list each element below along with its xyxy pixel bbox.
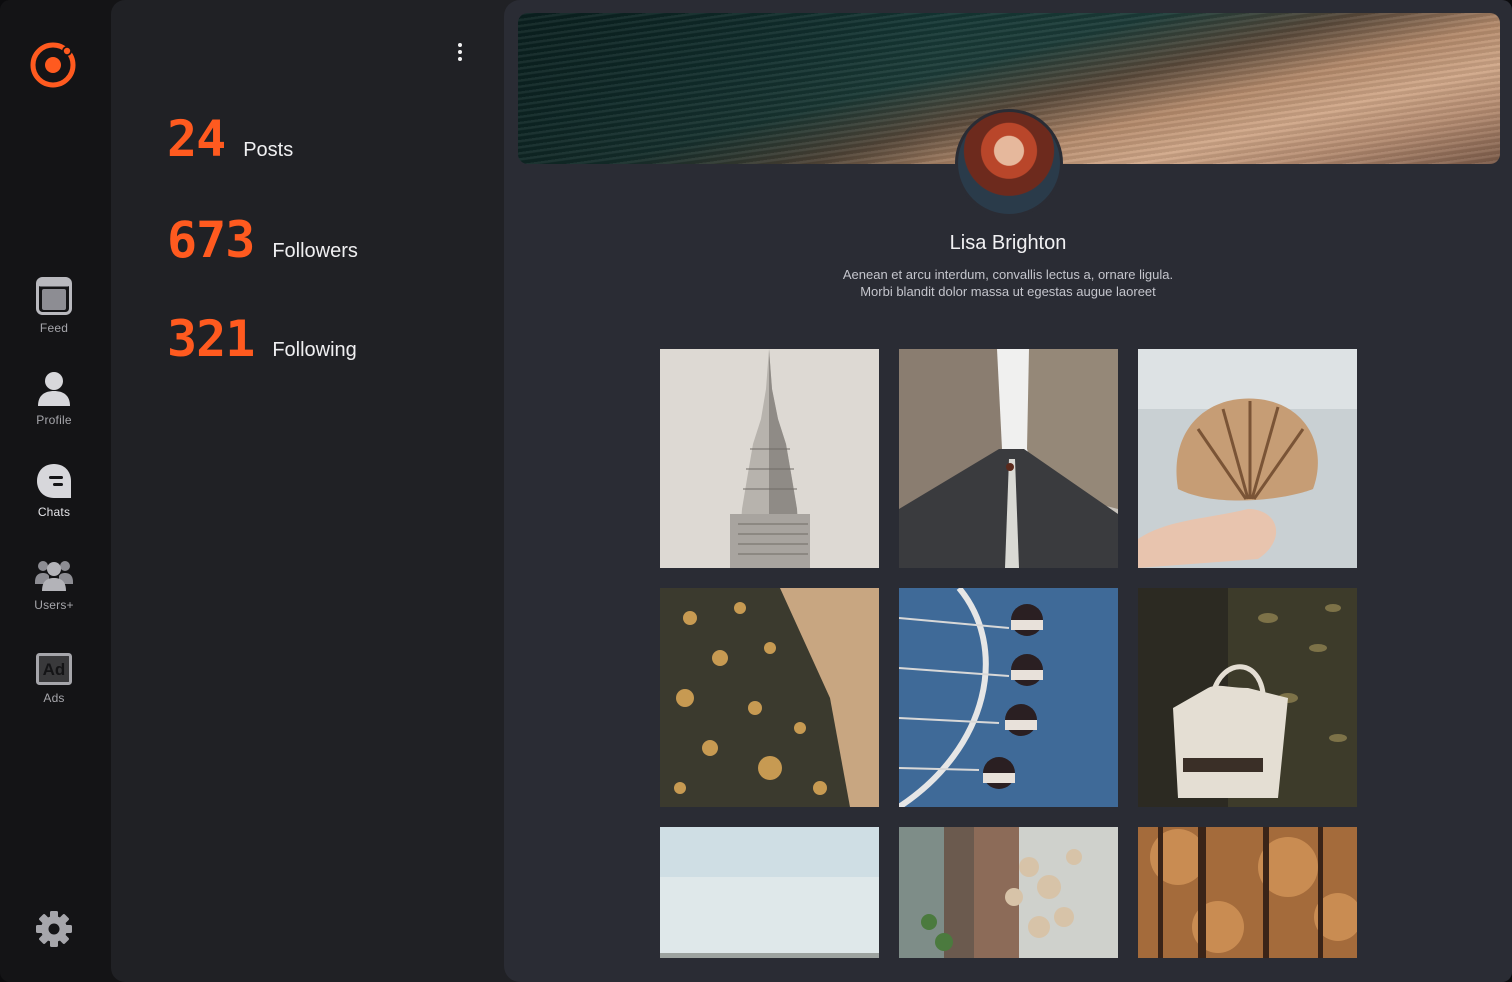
- nav-label-ads: Ads: [43, 691, 65, 705]
- photo-tile-autumn-forest[interactable]: [1138, 827, 1357, 958]
- stat-following-number: 321: [167, 310, 255, 368]
- nav-item-users[interactable]: Users+: [0, 558, 108, 612]
- photo-tile-canyon-road[interactable]: [899, 349, 1118, 568]
- kebab-dot: [458, 57, 462, 61]
- nav-label-chats: Chats: [37, 505, 71, 519]
- photo-tile-skyscraper[interactable]: [660, 349, 879, 568]
- photo-tile-christmas-tree[interactable]: [660, 588, 879, 807]
- profile-panel: Lisa Brighton Aenean et arcu interdum, c…: [504, 0, 1512, 982]
- profile-name: Lisa Brighton: [949, 232, 1067, 254]
- profile-bio: Aenean et arcu interdum, convallis lectu…: [504, 266, 1512, 300]
- stat-posts-label: Posts: [243, 139, 294, 161]
- photo-tile-dried-flowers[interactable]: [899, 827, 1118, 958]
- ads-icon: Ad: [36, 653, 72, 685]
- chats-icon: [37, 464, 71, 498]
- nav-item-ads[interactable]: Ad Ads: [0, 653, 108, 705]
- photo-tile-seashell[interactable]: [1138, 349, 1357, 568]
- stat-posts[interactable]: 24 Posts: [167, 114, 293, 164]
- nav-rail: Feed Profile Chats Users+ Ad Ads: [0, 0, 111, 982]
- nav-item-feed[interactable]: Feed: [0, 277, 108, 335]
- kebab-dot: [458, 43, 462, 47]
- profile-icon: [38, 372, 70, 406]
- ring-logo-icon[interactable]: [28, 40, 78, 90]
- photo-tile-tote-bag[interactable]: [1138, 588, 1357, 807]
- nav-item-profile[interactable]: Profile: [0, 371, 108, 427]
- nav-label-profile: Profile: [36, 413, 72, 427]
- stat-followers[interactable]: 673 Followers: [167, 215, 358, 265]
- profile-bio-line-1: Aenean et arcu interdum, convallis lectu…: [842, 267, 1174, 282]
- stat-posts-number: 24: [167, 110, 226, 168]
- stat-followers-label: Followers: [272, 240, 358, 262]
- nav-item-chats[interactable]: Chats: [0, 463, 108, 519]
- stat-following[interactable]: 321 Following: [167, 314, 357, 364]
- gear-icon[interactable]: [35, 910, 73, 948]
- users-icon: [35, 561, 73, 591]
- photo-tile-sky[interactable]: [660, 827, 879, 958]
- avatar[interactable]: [955, 109, 1063, 217]
- nav-label-feed: Feed: [39, 321, 69, 335]
- feed-icon: [36, 277, 72, 315]
- kebab-menu-icon[interactable]: [450, 40, 470, 64]
- app-window: Feed Profile Chats Users+ Ad Ads 24 Post…: [0, 0, 1512, 982]
- stat-following-label: Following: [272, 339, 357, 361]
- svg-text:Ad: Ad: [43, 660, 66, 679]
- profile-bio-line-2: Morbi blandit dolor massa ut egestas aug…: [860, 284, 1156, 299]
- kebab-dot: [458, 50, 462, 54]
- nav-label-users: Users+: [34, 598, 74, 612]
- photo-tile-ferris-wheel[interactable]: [899, 588, 1118, 807]
- stat-followers-number: 673: [167, 211, 255, 269]
